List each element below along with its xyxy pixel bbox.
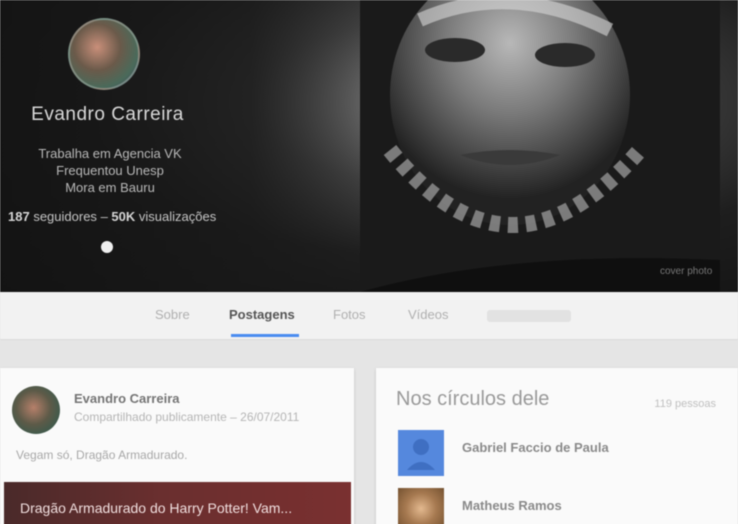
cover-photo: Evandro Carreira Trabalha em Agencia VK … [0,0,738,292]
person-avatar-default[interactable] [398,430,444,476]
views-count: 50K [111,209,136,224]
post-author-name[interactable]: Evandro Carreira [74,391,180,406]
circles-card: Nos círculos dele 119 pessoas Gabriel Fa… [376,368,738,524]
active-tab-indicator [231,334,299,337]
profile-tabbar: Sobre Postagens Fotos Vídeos [0,292,738,340]
profile-work: Trabalha em Agencia VK [38,146,182,161]
post-meta-separator: – [230,410,237,424]
post-date[interactable]: 26/07/2011 [240,410,299,424]
followers-count: 187 [8,209,30,224]
person-silhouette-icon [407,439,435,470]
tab-videos[interactable]: Vídeos [408,307,448,322]
followers-label: seguidores [33,209,97,224]
profile-avatar[interactable] [68,18,140,90]
tab-postagens[interactable]: Postagens [229,307,295,322]
profile-education: Frequentou Unesp [56,163,164,178]
tab-fotos[interactable]: Fotos [333,307,366,322]
profile-location: Mora em Bauru [65,180,155,195]
person-name[interactable]: Gabriel Faccio de Paula [462,440,609,455]
cover-credit: cover photo [660,266,713,277]
profile-name: Evandro Carreira [31,104,184,125]
post-card: Evandro Carreira Compartilhado publicame… [0,368,354,524]
tab-more[interactable] [487,310,571,322]
post-media-preview[interactable]: Dragão Armadurado do Harry Potter! Vam..… [4,482,351,524]
views-label: visualizações [138,209,217,224]
post-visibility: Compartilhado publicamente [74,410,227,424]
circles-title: Nos círculos dele [396,388,550,410]
person-name[interactable]: Matheus Ramos [462,498,562,513]
post-media-title[interactable]: Dragão Armadurado do Harry Potter! Vam..… [20,500,292,516]
circles-count[interactable]: 119 pessoas [654,398,716,410]
stats-separator: – [100,209,108,224]
tab-sobre[interactable]: Sobre [155,307,190,322]
post-meta: Compartilhado publicamente – 26/07/2011 [74,410,299,424]
post-author-avatar[interactable] [12,386,60,434]
cursor-icon [101,241,113,253]
profile-stats: 187 seguidores – 50K visualizações [8,209,216,224]
person-avatar-photo[interactable] [398,488,444,524]
post-text: Vegam só, Dragão Armadurado. [16,448,188,462]
cover-face-image [360,0,720,292]
